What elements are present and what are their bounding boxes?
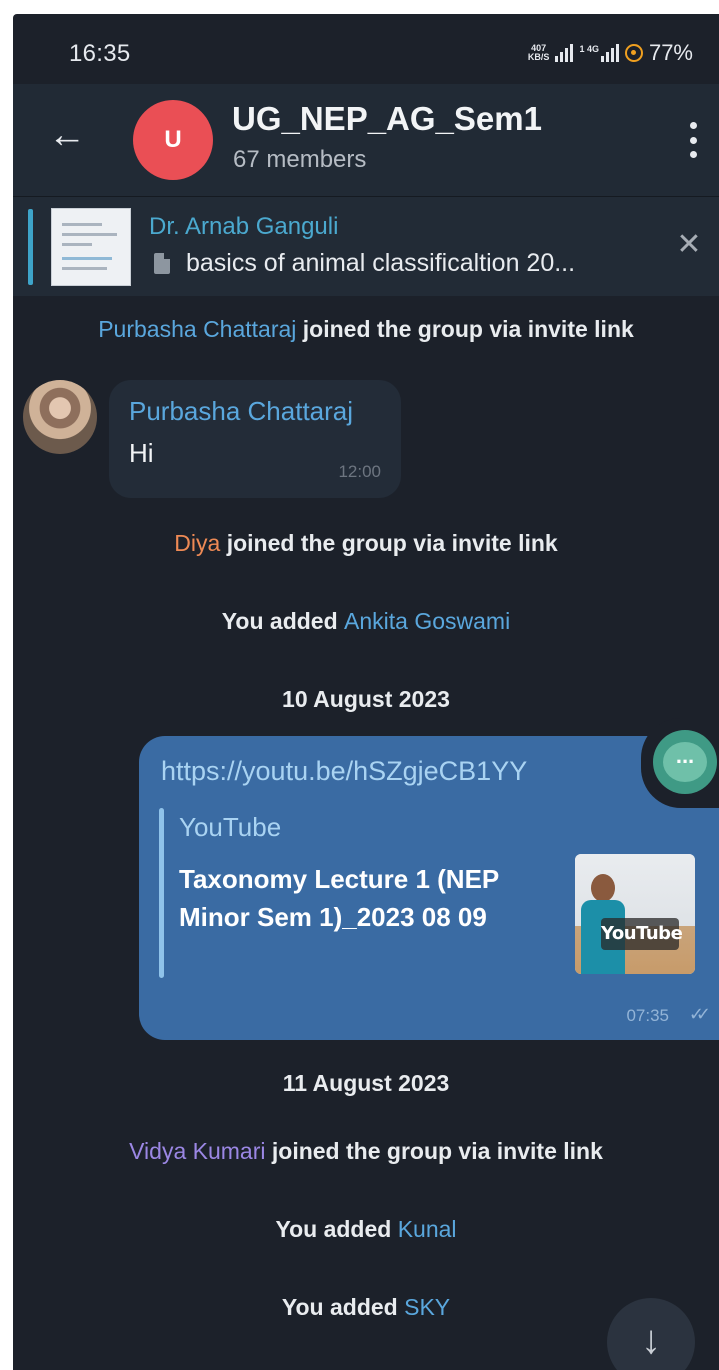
user-name-link[interactable]: Purbasha Chattaraj — [98, 316, 296, 342]
link-preview-title: Taxonomy Lecture 1 (NEP Minor Sem 1)_202… — [179, 864, 499, 932]
message-time: 12:00 — [338, 462, 381, 481]
link-preview-indicator — [159, 808, 164, 978]
status-icons: 407 KB/S 1 4G 77% — [528, 40, 693, 66]
pinned-text: basics of animal classificaltion 20... — [186, 249, 576, 277]
user-name-link[interactable]: SKY — [404, 1294, 450, 1320]
service-message: Diya joined the group via invite link — [174, 530, 558, 556]
share-icon — [653, 730, 717, 794]
share-button[interactable] — [641, 718, 719, 808]
outgoing-message-bubble[interactable]: https://youtu.be/hSZgjeCB1YY YouTube Tax… — [139, 736, 719, 1040]
pinned-document-thumbnail — [51, 208, 131, 286]
signal-icon-sim2: 1 4G — [579, 44, 619, 62]
user-name-link[interactable]: Vidya Kumari — [129, 1138, 265, 1164]
video-thumbnail[interactable]: YouTube — [575, 854, 695, 974]
back-arrow-icon[interactable]: ← — [43, 112, 91, 160]
service-message: Vidya Kumari joined the group via invite… — [129, 1138, 603, 1164]
telegram-chat-screen: 16:35 407 KB/S 1 4G 77% ← U UG_NEP_AG_Se… — [13, 14, 719, 1370]
more-options-icon[interactable] — [681, 118, 705, 162]
user-name-link[interactable]: Kunal — [398, 1216, 457, 1242]
group-title[interactable]: UG_NEP_AG_Sem1 — [232, 100, 542, 138]
service-message: You added Kunal — [275, 1216, 457, 1242]
status-time: 16:35 — [69, 40, 131, 67]
chat-header: ← U UG_NEP_AG_Sem1 67 members — [13, 84, 719, 196]
group-avatar[interactable]: U — [133, 100, 213, 180]
date-separator: 10 August 2023 — [282, 686, 450, 712]
battery-percent: 77% — [648, 40, 693, 65]
message-link[interactable]: https://youtu.be/hSZgjeCB1YY — [161, 756, 527, 787]
user-name-link[interactable]: Diya — [174, 530, 220, 556]
signal-icon — [555, 44, 574, 62]
pinned-message-bar[interactable]: Dr. Arnab Ganguli basics of animal class… — [13, 196, 719, 296]
service-message: Purbasha Chattaraj joined the group via … — [98, 316, 634, 342]
status-bar: 16:35 407 KB/S 1 4G 77% — [13, 14, 719, 84]
youtube-logo: YouTube — [601, 918, 683, 950]
avatar[interactable] — [23, 380, 97, 454]
date-separator: 11 August 2023 — [282, 1070, 450, 1096]
message-sender[interactable]: Purbasha Chattaraj — [129, 396, 353, 427]
pinned-indicator — [28, 209, 33, 285]
battery-saver-icon — [624, 44, 643, 62]
link-preview-site: YouTube — [179, 812, 282, 842]
close-icon[interactable]: ✕ — [673, 227, 705, 262]
read-check-icon: ✓✓ — [688, 1004, 711, 1024]
network-speed-indicator: 407 KB/S — [527, 43, 550, 62]
service-message: You added SKY — [281, 1294, 451, 1320]
document-icon — [154, 253, 170, 274]
service-message: You added Ankita Goswami — [221, 608, 511, 634]
user-name-link[interactable]: Ankita Goswami — [344, 608, 510, 634]
member-count: 67 members — [233, 146, 367, 173]
message-time: 07:35 — [626, 1006, 669, 1025]
message-text: Hi — [129, 438, 154, 468]
pinned-author: Dr. Arnab Ganguli — [149, 213, 339, 240]
incoming-message-bubble[interactable]: Purbasha Chattaraj Hi 12:00 — [109, 380, 401, 498]
